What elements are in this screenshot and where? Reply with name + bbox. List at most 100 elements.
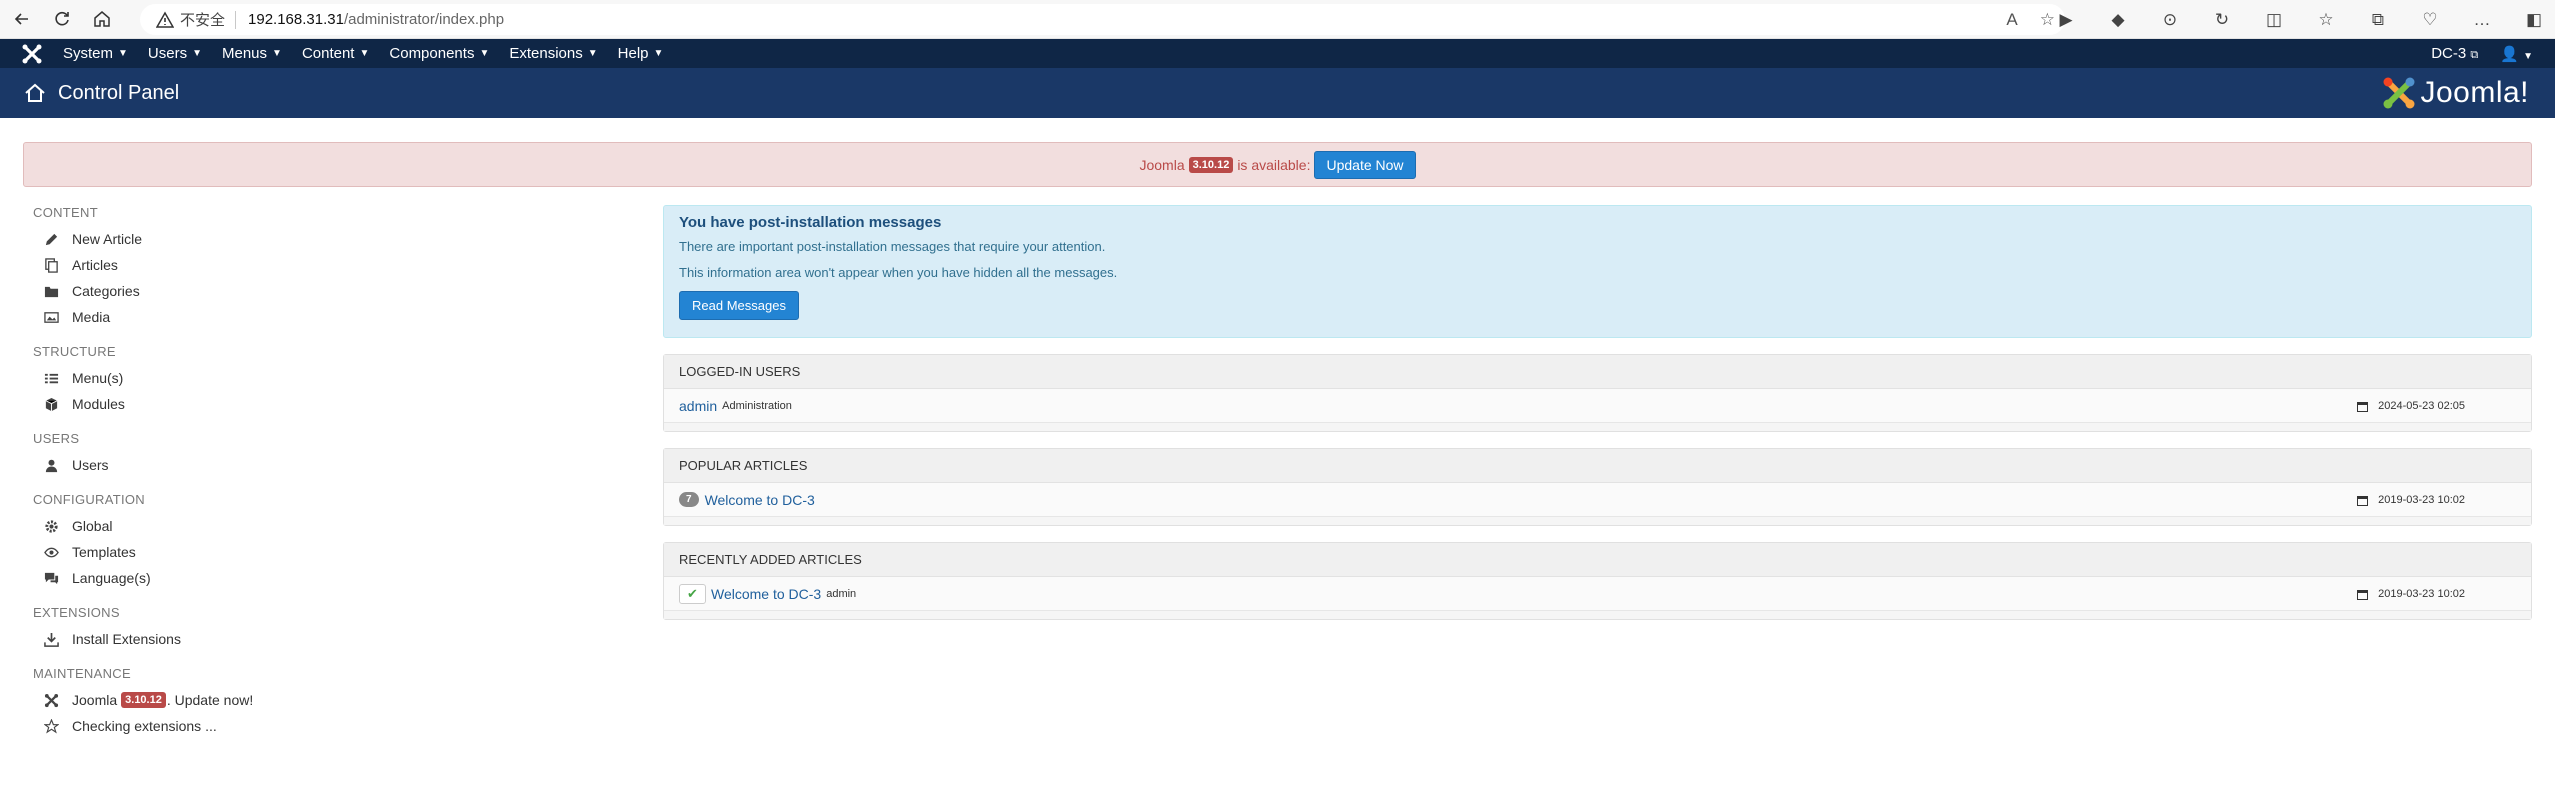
menu-components[interactable]: Components ▼ — [389, 45, 489, 62]
caret-down-icon: ▼ — [2523, 50, 2533, 62]
article-link[interactable]: Welcome to DC-3 — [705, 492, 815, 508]
joomla-label: Joomla — [72, 692, 118, 708]
published-check-icon[interactable]: ✔ — [679, 583, 706, 604]
logged-in-users-module: LOGGED-IN USERS admin Administration 202… — [663, 354, 2532, 432]
sidebar-item-templates[interactable]: Templates — [33, 539, 593, 565]
caret-down-icon: ▼ — [653, 48, 664, 59]
divider — [235, 10, 237, 29]
main-content: You have post-installation messages Ther… — [663, 205, 2532, 620]
post-install-line1: There are important post-installation me… — [679, 239, 1106, 254]
section-heading-structure: STRUCTURE — [33, 344, 116, 359]
sidebar-item-media[interactable]: Media — [33, 304, 593, 330]
sidebar-item-label: Menu(s) — [72, 370, 124, 386]
date-text: 2024-05-23 02:05 — [2378, 400, 2465, 412]
calendar-icon — [2357, 401, 2369, 412]
refresh-extension-icon[interactable]: ↻ — [2211, 10, 2233, 30]
user-menu[interactable]: 👤 ▼ — [2500, 45, 2533, 63]
play-icon[interactable]: ▶ — [2055, 10, 2077, 30]
sidebar-item-label: Global — [72, 518, 113, 534]
caret-down-icon: ▼ — [118, 48, 128, 59]
popular-articles-module: POPULAR ARTICLES 7 Welcome to DC-3 2019-… — [663, 448, 2532, 526]
table-row: 7 Welcome to DC-3 2019-03-23 10:02 — [664, 483, 2531, 517]
read-aloud-icon[interactable]: A — [2006, 10, 2017, 30]
calendar-icon — [2357, 495, 2369, 506]
sidebar-item-label: Install Extensions — [72, 631, 181, 647]
page-header: Control Panel Joomla! — [0, 68, 2555, 118]
reload-icon[interactable] — [44, 3, 80, 35]
row-date: 2019-03-23 10:02 — [2357, 577, 2465, 611]
sidebar-item-global[interactable]: Global — [33, 513, 593, 539]
back-icon[interactable] — [4, 3, 40, 35]
joomla-logo-icon — [2383, 77, 2415, 109]
joomla-icon — [43, 692, 59, 708]
menu-menus[interactable]: Menus ▼ — [222, 45, 282, 62]
admin-menu-bar: System ▼ Users ▼ Menus ▼ Content ▼ Component… — [0, 39, 2555, 68]
article-link[interactable]: Welcome to DC-3 — [711, 586, 821, 602]
date-text: 2019-03-23 10:02 — [2378, 588, 2465, 600]
joomla-icon[interactable] — [21, 43, 43, 65]
update-now-button[interactable]: Update Now — [1314, 150, 1416, 179]
copilot-icon[interactable]: ◧ — [2523, 10, 2545, 30]
sidebar-item-label: New Article — [72, 231, 143, 247]
row-date: 2024-05-23 02:05 — [2357, 389, 2465, 423]
split-screen-icon[interactable]: ◫ — [2263, 10, 2285, 30]
warning-icon — [156, 10, 174, 28]
home-icon — [25, 83, 45, 102]
comments-icon — [43, 570, 59, 586]
hits-badge: 7 — [679, 492, 699, 507]
collections-icon[interactable]: ⧉ — [2367, 10, 2389, 30]
sidebar-item-checking-extensions[interactable]: Checking extensions ... — [33, 713, 593, 739]
menu-extensions[interactable]: Extensions ▼ — [509, 45, 597, 62]
menu-help[interactable]: Help ▼ — [618, 45, 664, 62]
menu-users[interactable]: Users ▼ — [148, 45, 202, 62]
table-row: admin Administration 2024-05-23 02:05 — [664, 389, 2531, 423]
module-footer — [664, 517, 2531, 525]
sidebar-item-install-extensions[interactable]: Install Extensions — [33, 626, 593, 652]
recent-articles-module: RECENTLY ADDED ARTICLES ✔ Welcome to DC-… — [663, 542, 2532, 620]
sidebar-item-articles[interactable]: Articles — [33, 252, 593, 278]
folder-icon — [43, 283, 59, 299]
favorites-icon[interactable]: ☆ — [2315, 10, 2337, 30]
more-icon[interactable]: … — [2471, 10, 2493, 30]
alert-suffix: is available: — [1237, 156, 1311, 173]
performance-icon[interactable]: ♡ — [2419, 10, 2441, 30]
version-badge: 3.10.12 — [121, 692, 166, 708]
module-footer — [664, 611, 2531, 619]
checking-extensions-text: Checking extensions ... — [72, 718, 217, 734]
address-bar[interactable]: 不安全 192.168.31.31/administrator/index.ph… — [140, 4, 2065, 35]
cube-icon — [43, 396, 59, 412]
pencil-icon — [43, 231, 59, 247]
sidebar-item-new-article[interactable]: New Article — [33, 226, 593, 252]
menu-content[interactable]: Content ▼ — [302, 45, 369, 62]
menu-label: System — [63, 45, 114, 62]
sidebar: CONTENT New Article Articles Categories … — [33, 205, 593, 739]
sidebar-item-users[interactable]: Users — [33, 452, 593, 478]
sidebar-item-modules[interactable]: Modules — [33, 391, 593, 417]
section-heading-content: CONTENT — [33, 205, 98, 220]
sidebar-item-languages[interactable]: Language(s) — [33, 565, 593, 591]
row-date: 2019-03-23 10:02 — [2357, 483, 2465, 517]
sidebar-item-categories[interactable]: Categories — [33, 278, 593, 304]
sidebar-item-label: Media — [72, 309, 111, 325]
menu-system[interactable]: System ▼ — [63, 45, 128, 62]
post-install-messages: You have post-installation messages Ther… — [663, 205, 2532, 338]
user-link[interactable]: admin — [679, 398, 717, 414]
sidebar-item-menus[interactable]: Menu(s) — [33, 365, 593, 391]
site-link[interactable]: DC-3 ⧉ — [2431, 45, 2478, 62]
extension-icon[interactable]: ◆ — [2107, 10, 2129, 30]
menu-label: Components — [389, 45, 475, 62]
menu-label: Help — [617, 45, 649, 62]
sidebar-item-label: Templates — [72, 544, 136, 560]
caret-down-icon: ▼ — [479, 48, 490, 59]
alert-prefix: Joomla — [1139, 156, 1185, 173]
site-name: DC-3 — [2431, 45, 2467, 62]
gear-icon — [43, 518, 59, 534]
post-install-line2: This information area won't appear when … — [679, 265, 1118, 280]
ip-icon[interactable]: ⊙ — [2159, 10, 2181, 30]
home-icon[interactable] — [84, 3, 120, 35]
update-now-text: . Update now! — [166, 692, 254, 708]
sidebar-item-joomla-update[interactable]: Joomla 3.10.12 . Update now! — [33, 687, 593, 713]
read-messages-button[interactable]: Read Messages — [679, 291, 799, 320]
star-icon[interactable]: ☆ — [2040, 10, 2055, 30]
sidebar-item-label: Users — [72, 457, 109, 473]
